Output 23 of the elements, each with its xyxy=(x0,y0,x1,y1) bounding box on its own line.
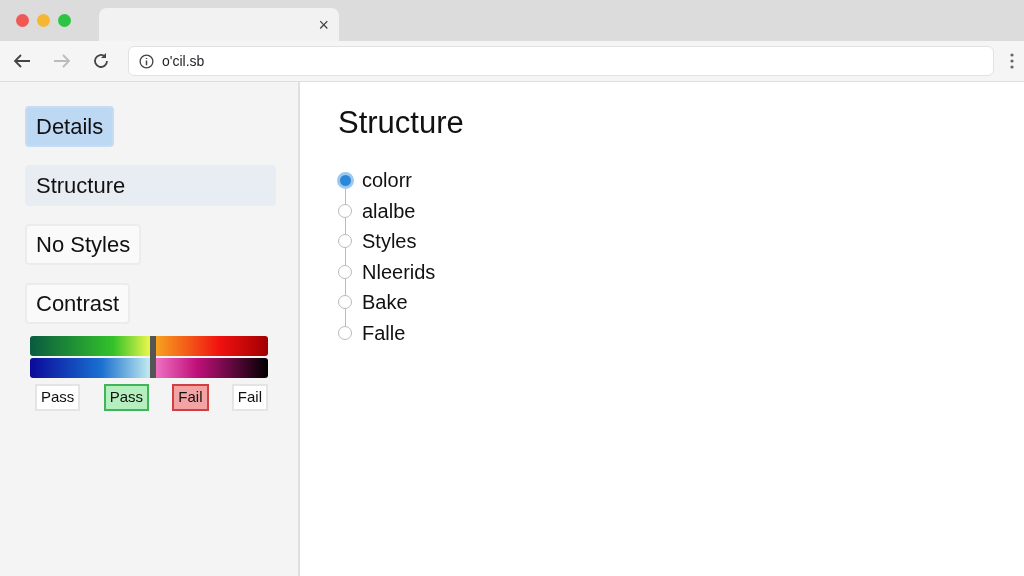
sidebar-item[interactable]: Contrast xyxy=(25,283,131,324)
address-bar[interactable]: o'cil.sb xyxy=(128,46,994,76)
close-window-icon[interactable] xyxy=(16,14,29,27)
tree-node[interactable]: colorr xyxy=(338,165,436,196)
tab-close-button[interactable]: × xyxy=(308,15,339,34)
meter-marker[interactable] xyxy=(150,336,157,378)
tree-node[interactable]: Nleerids xyxy=(338,256,436,288)
tree-node[interactable]: Styles xyxy=(338,226,436,257)
tree-node[interactable]: Falle xyxy=(338,317,436,349)
browser-tab[interactable]: × xyxy=(99,8,339,41)
result-label: Fail xyxy=(231,384,268,411)
sidebar-item[interactable]: No Styles xyxy=(25,224,142,265)
tree-node[interactable]: alalbe xyxy=(338,195,436,227)
sidebar-item[interactable]: Structure xyxy=(25,165,276,206)
result-label: Pass xyxy=(35,384,81,411)
more-menu-icon[interactable] xyxy=(1010,53,1014,69)
tree-node[interactable]: Bake xyxy=(338,287,436,318)
result-label: Pass xyxy=(103,384,150,411)
url-text: o'cil.sb xyxy=(162,51,205,71)
result-label: Fail xyxy=(172,384,209,411)
sidebar-item[interactable]: Details xyxy=(25,106,115,147)
info-icon xyxy=(139,53,154,69)
section-heading: Structure xyxy=(338,104,465,142)
